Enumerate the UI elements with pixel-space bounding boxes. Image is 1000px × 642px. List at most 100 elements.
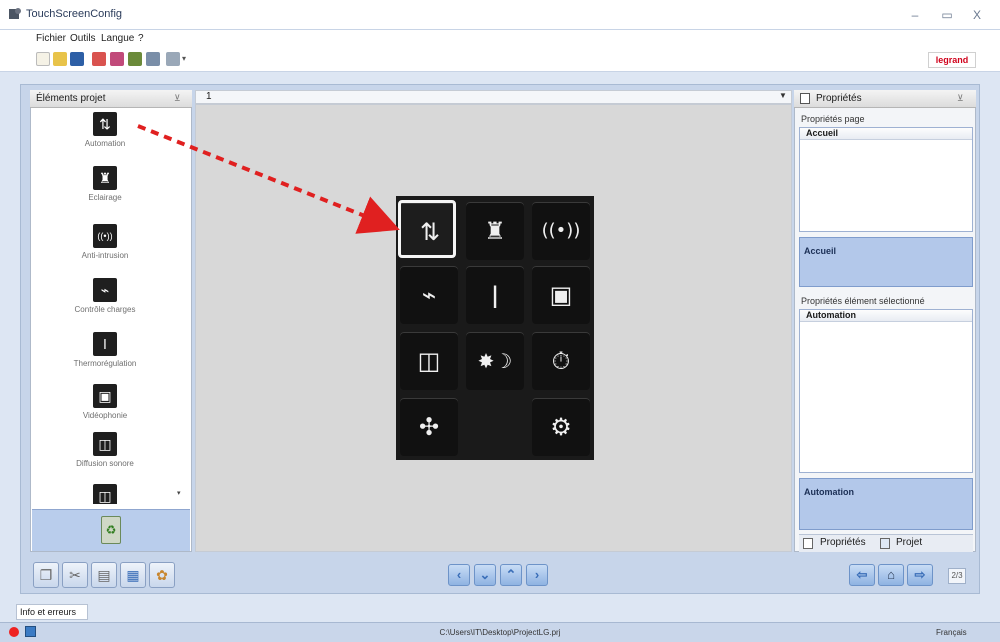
trash-icon[interactable]: ♻: [101, 516, 121, 544]
element-anti-intrusion[interactable]: ((•)) Anti-intrusion: [30, 224, 180, 260]
home-button[interactable]: ⌂: [878, 564, 904, 586]
element-properties-caption: Propriétés élément sélectionné: [801, 296, 925, 306]
next-page-button[interactable]: ⇨: [907, 564, 933, 586]
open-folder-icon[interactable]: [53, 52, 67, 66]
element-label: Vidéophonie: [82, 411, 128, 420]
grid-cell-eclairage[interactable]: ♜: [466, 202, 524, 260]
title-bar: [0, 0, 1000, 30]
copy-button[interactable]: ❐: [33, 562, 59, 588]
element-controle-charges[interactable]: ⌁ Contrôle charges: [30, 278, 180, 314]
touchscreen-grid: ⇅ ♜ ((•)) ⌁ ǀ ▣ ◫ ✸☽ ⏱ ✣ ⚙: [396, 196, 594, 460]
maximize-button[interactable]: ▭: [936, 6, 958, 24]
project-elements-panel: [30, 90, 192, 552]
grid-cell-automation[interactable]: ⇅: [398, 200, 456, 258]
project-path: C:\Users\IT\Desktop\ProjectLG.prj: [439, 628, 561, 637]
scroll-down-icon[interactable]: ▾: [177, 489, 181, 497]
grid-cell-anti-intrusion[interactable]: ((•)): [532, 202, 590, 260]
info-errors-tab[interactable]: Info et erreurs: [16, 604, 88, 620]
tab-properties[interactable]: Propriétés: [820, 537, 866, 548]
chevron-down-icon[interactable]: ▾: [182, 55, 190, 63]
cut-button[interactable]: ✂: [62, 562, 88, 588]
properties-icon: [800, 93, 810, 104]
settings-icon[interactable]: [146, 52, 160, 66]
tab-project[interactable]: Projet: [896, 537, 922, 548]
element-eclairage[interactable]: ♜ Eclairage: [30, 166, 180, 202]
up-arrow-button[interactable]: ⌃: [500, 564, 522, 586]
page-properties-caption: Propriétés page: [801, 114, 865, 124]
layout-button[interactable]: ▦: [120, 562, 146, 588]
properties-title: Propriétés: [816, 93, 862, 104]
close-button[interactable]: X: [966, 6, 988, 24]
lamp-icon: ♜: [484, 217, 506, 245]
grid-cell-scenario[interactable]: ✸☽: [466, 332, 524, 390]
page-properties-box[interactable]: Accueil: [799, 127, 973, 232]
menu-bar: Fichier Outils Langue ?: [0, 30, 1000, 48]
send-icon[interactable]: [92, 52, 106, 66]
timer-scenario-icon: ⏱: [551, 347, 571, 375]
right-arrow-button[interactable]: ›: [526, 564, 548, 586]
fan-icon: ✣: [418, 413, 440, 441]
save-icon[interactable]: [70, 52, 84, 66]
element-label: Automation: [84, 139, 126, 148]
page-number: 1: [206, 91, 212, 102]
blinds-icon: ⇅: [93, 112, 117, 136]
language-indicator: Français: [936, 628, 967, 637]
speaker-icon: ◫: [417, 347, 441, 375]
grid-cell-videophonie[interactable]: ▣: [532, 266, 590, 324]
videophone-icon: ▣: [549, 281, 573, 309]
element-videophonie[interactable]: ▣ Vidéophonie: [30, 384, 180, 420]
grid-cell-diffusion-sonore[interactable]: ◫: [400, 332, 458, 390]
lamp-icon: ♜: [93, 166, 117, 190]
page-properties-header: Accueil: [800, 128, 972, 140]
scenario-icon: ✸☽: [477, 349, 513, 373]
element-properties-header: Automation: [800, 310, 972, 322]
pin-icon[interactable]: ⊻: [174, 93, 181, 104]
element-partial[interactable]: ◫: [30, 484, 180, 504]
minimize-button[interactable]: –: [904, 6, 926, 24]
grid-view-icon[interactable]: [166, 52, 180, 66]
chevron-down-icon[interactable]: ▼: [779, 91, 787, 100]
thermometer-icon: ǀ: [491, 281, 499, 309]
menu-langue[interactable]: Langue: [101, 33, 134, 44]
speaker-icon: ◫: [93, 432, 117, 456]
down-arrow-button[interactable]: ⌄: [474, 564, 496, 586]
previous-page-button[interactable]: ⇦: [849, 564, 875, 586]
grid-cell-settings[interactable]: ⚙: [532, 398, 590, 456]
element-properties-box[interactable]: Automation: [799, 309, 973, 473]
pin-icon[interactable]: ⊻: [957, 93, 964, 104]
element-label: Thermorégulation: [73, 359, 137, 368]
properties-tab-icon: [803, 538, 813, 549]
paste-button[interactable]: ▤: [91, 562, 117, 588]
thermometer-icon: ǀ: [93, 332, 117, 356]
page-selector[interactable]: [195, 90, 792, 104]
element-label: Diffusion sonore: [76, 459, 134, 468]
blinds-icon: ⇅: [419, 218, 441, 246]
receive-icon[interactable]: [110, 52, 124, 66]
palette-button[interactable]: ✿: [149, 562, 175, 588]
element-automation[interactable]: ⇅ Automation: [30, 112, 180, 148]
grid-cell-controle-charges[interactable]: ⌁: [400, 266, 458, 324]
videophone-icon: ▣: [93, 384, 117, 408]
toolbar: ▾: [0, 48, 1000, 72]
grid-cell-fan[interactable]: ✣: [400, 398, 458, 456]
left-arrow-button[interactable]: ‹: [448, 564, 470, 586]
speaker-icon: ◫: [93, 484, 117, 504]
menu-outils[interactable]: Outils: [70, 33, 96, 44]
element-properties-value: Automation: [799, 478, 973, 530]
project-tab-icon: [880, 538, 890, 549]
app-icon: [8, 7, 22, 21]
legrand-logo: legrand: [928, 52, 976, 68]
alarm-icon: ((•)): [93, 224, 117, 248]
element-diffusion-sonore[interactable]: ◫ Diffusion sonore: [30, 432, 180, 468]
settings-icon: ⚙: [550, 413, 572, 441]
tools-icon[interactable]: [128, 52, 142, 66]
element-label: Anti-intrusion: [81, 251, 129, 260]
new-file-icon[interactable]: [36, 52, 50, 66]
menu-help[interactable]: ?: [138, 33, 144, 44]
grid-cell-timer-scenario[interactable]: ⏱: [532, 332, 590, 390]
grid-cell-thermoregulation[interactable]: ǀ: [466, 266, 524, 324]
project-elements-title: Éléments projet: [36, 93, 106, 104]
plug-icon: ⌁: [93, 278, 117, 302]
menu-fichier[interactable]: Fichier: [36, 33, 66, 44]
element-thermoregulation[interactable]: ǀ Thermorégulation: [30, 332, 180, 368]
